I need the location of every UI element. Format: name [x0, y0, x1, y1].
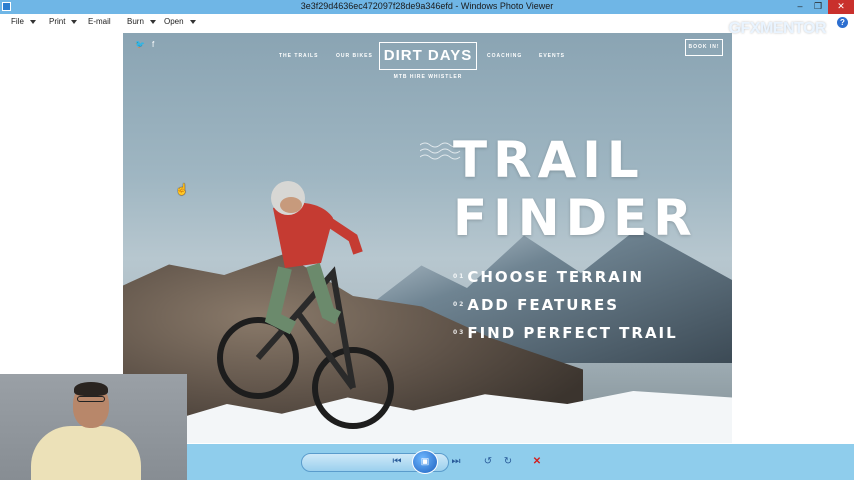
glasses-icon — [77, 396, 105, 402]
next-icon[interactable]: ⏭ — [448, 455, 464, 469]
hero-line-1: TRAIL — [453, 131, 645, 189]
webcam-overlay — [0, 374, 187, 480]
rotate-counterclockwise-icon[interactable]: ↺ — [481, 455, 495, 469]
close-button[interactable]: ✕ — [828, 0, 854, 14]
nav-the-trails: THE TRAILS — [279, 53, 319, 59]
step-item: 03 FIND PERFECT TRAIL — [453, 319, 678, 347]
hand-cursor-icon: ☝ — [175, 184, 189, 196]
nav-events: EVENTS — [539, 53, 566, 59]
step-text: FIND PERFECT TRAIL — [467, 324, 678, 342]
menu-file-label: File — [11, 17, 24, 26]
dirt-days-logo: DIRT DAYS — [379, 42, 477, 70]
menu-burn[interactable]: Burn — [127, 17, 156, 26]
photo-viewer-window: 3e3f29d4636ec472097f28de9a346efd - Windo… — [0, 0, 854, 480]
menu-open[interactable]: Open — [164, 17, 196, 26]
menu-open-label: Open — [164, 17, 184, 26]
previous-icon[interactable]: ⏮ — [389, 455, 405, 469]
step-item: 02 ADD FEATURES — [453, 291, 678, 319]
nav-coaching: COACHING — [487, 53, 523, 59]
step-text: CHOOSE TERRAIN — [467, 268, 645, 286]
title-bar: 3e3f29d4636ec472097f28de9a346efd - Windo… — [0, 0, 854, 14]
hero-line-2: FINDER — [453, 189, 698, 247]
step-number: 01 — [453, 273, 466, 280]
minimize-button[interactable]: – — [790, 0, 810, 14]
menu-print-label: Print — [49, 17, 66, 26]
chevron-down-icon — [71, 19, 78, 24]
slideshow-icon[interactable]: ▣ — [412, 450, 438, 474]
chevron-down-icon — [149, 19, 156, 24]
help-icon[interactable]: ? — [837, 17, 848, 28]
mountain-biker-figure — [217, 181, 394, 429]
social-links: 🐦 f — [135, 40, 154, 49]
hero-title: TRAIL FINDER — [453, 131, 698, 247]
step-item: 01 CHOOSE TERRAIN — [453, 263, 678, 291]
chevron-down-icon — [189, 19, 196, 24]
step-number: 03 — [453, 329, 466, 336]
restore-button[interactable]: ❐ — [808, 0, 828, 14]
menu-bar: File Print E-mail Burn Open ? — [0, 14, 854, 32]
window-title: 3e3f29d4636ec472097f28de9a346efd - Windo… — [300, 1, 554, 11]
nav-our-bikes: OUR BIKES — [336, 53, 373, 59]
displayed-photo[interactable]: 🐦 f THE TRAILS OUR BIKES DIRT DAYS MTB H… — [123, 33, 732, 443]
presenter-body — [31, 426, 141, 480]
menu-print[interactable]: Print — [49, 17, 78, 26]
step-number: 02 — [453, 301, 466, 308]
facebook-icon[interactable]: f — [152, 40, 154, 49]
menu-email-label: E-mail — [88, 17, 111, 26]
step-text: ADD FEATURES — [467, 296, 620, 314]
rotate-clockwise-icon[interactable]: ↻ — [501, 455, 515, 469]
steps-list: 01 CHOOSE TERRAIN 02 ADD FEATURES 03 FIND P… — [453, 263, 678, 347]
menu-email[interactable]: E-mail — [88, 17, 111, 26]
bottom-toolbar: ⚲▾ ⛶ ⏮ ▣ ⏭ ↺ ↻ ✕ — [187, 444, 854, 480]
twitter-icon[interactable]: 🐦 — [135, 40, 145, 49]
logo-subtitle: MTB HIRE WHISTLER — [393, 74, 463, 80]
menu-burn-label: Burn — [127, 17, 144, 26]
watermark-logo: GFXMENTOR — [728, 20, 827, 37]
book-in-button: BOOK IN! — [685, 39, 723, 56]
chevron-down-icon — [29, 19, 36, 24]
presenter-hair — [74, 382, 108, 396]
delete-icon[interactable]: ✕ — [530, 455, 544, 469]
menu-file[interactable]: File — [11, 17, 36, 26]
